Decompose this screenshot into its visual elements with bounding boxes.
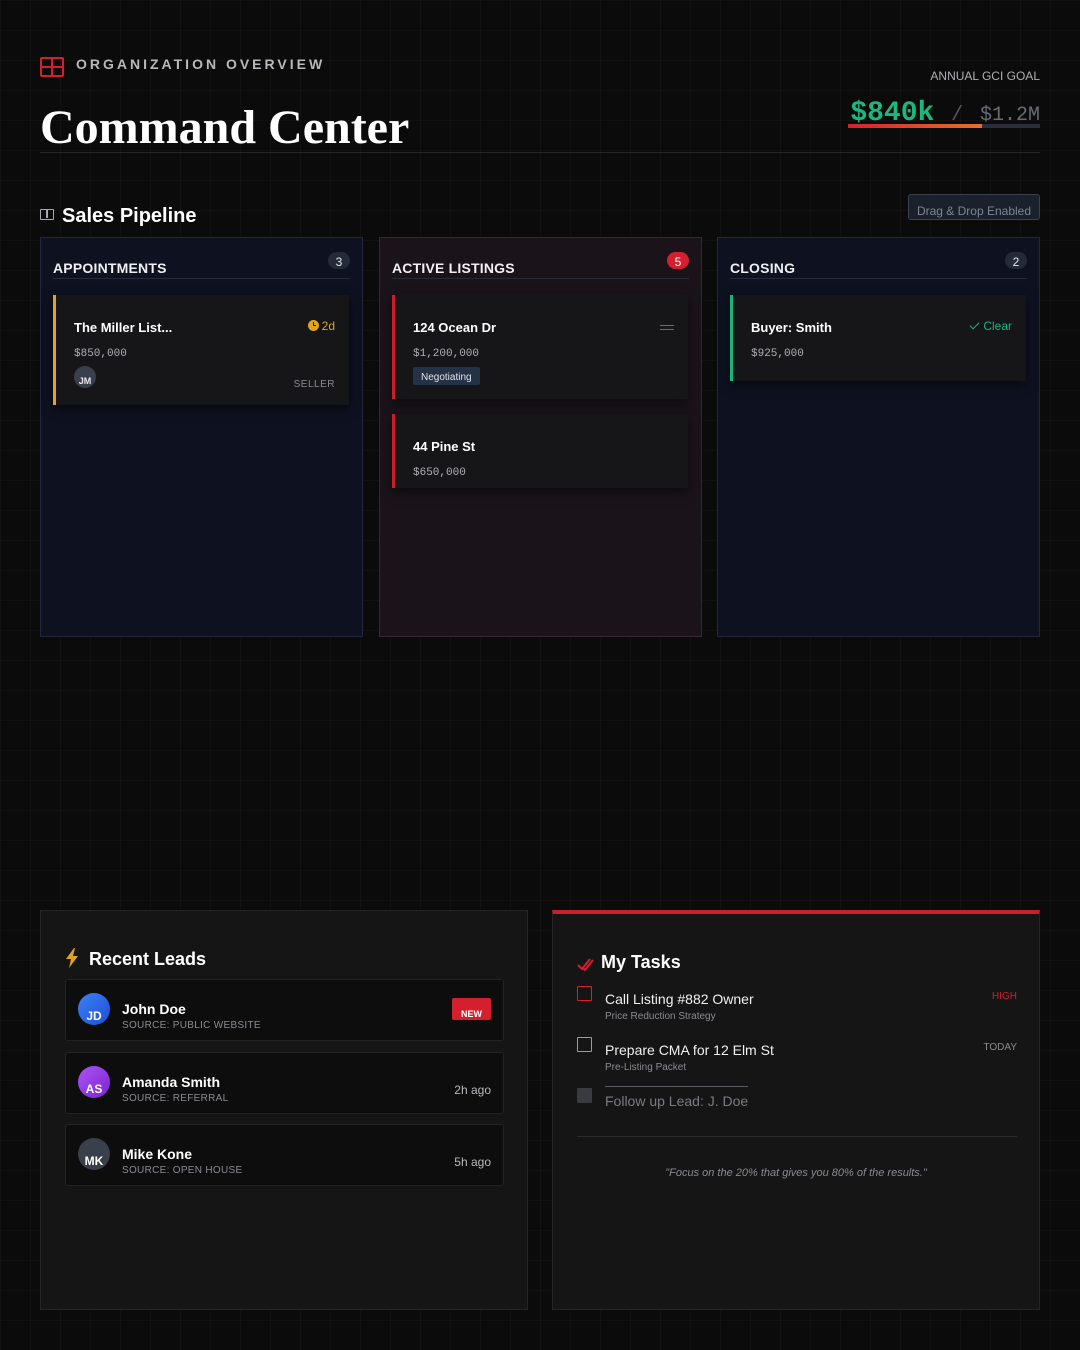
lead-name: John Doe (122, 1001, 186, 1017)
pipeline-card[interactable]: The Miller List... 2d $850,000 JM SELLER (53, 295, 349, 405)
drag-handle-icon[interactable] (660, 325, 674, 330)
lead-item[interactable]: MK Mike Kone SOURCE: OPEN HOUSE 5h ago (65, 1124, 504, 1186)
double-check-icon (577, 958, 594, 972)
goal-progress-bar (848, 124, 1040, 128)
lightning-icon (66, 948, 78, 968)
card-age: 2d (307, 319, 335, 333)
card-title: Buyer: Smith (751, 320, 832, 335)
column-closing: CLOSING 2 Buyer: Smith Clear $925,000 (717, 237, 1040, 637)
column-header: ACTIVE LISTINGS 5 (392, 238, 689, 279)
card-price: $650,000 (413, 467, 466, 479)
column-count-badge: 2 (1005, 252, 1027, 269)
lead-name: Amanda Smith (122, 1074, 221, 1090)
panel-title: My Tasks (601, 952, 681, 972)
lead-source: SOURCE: OPEN HOUSE (122, 1165, 243, 1176)
pipeline-card[interactable]: 44 Pine St $650,000 (392, 414, 688, 488)
lead-time: 2h ago (454, 1083, 491, 1097)
column-count-badge: 3 (328, 252, 350, 269)
check-icon (969, 319, 980, 330)
new-badge: NEW (452, 998, 491, 1020)
card-title: 44 Pine St (413, 439, 476, 454)
lead-name: Mike Kone (122, 1146, 193, 1162)
header-divider (40, 152, 1040, 153)
lead-source: SOURCE: REFERRAL (122, 1093, 229, 1104)
recent-leads-panel: Recent Leads JD John Doe SOURCE: PUBLIC … (40, 910, 528, 1310)
pipeline-card[interactable]: Buyer: Smith Clear $925,000 (730, 295, 1026, 381)
motivational-quote: "Focus on the 20% that gives you 80% of … (665, 1167, 927, 1179)
page-title: Command Center (40, 101, 410, 154)
avatar: JD (78, 993, 110, 1025)
task-strike-line (605, 1086, 748, 1087)
task-priority: HIGH (992, 991, 1017, 1002)
status-tag: Negotiating (413, 367, 480, 385)
lead-item[interactable]: JD John Doe SOURCE: PUBLIC WEBSITE NEW (65, 979, 504, 1041)
task-name: Call Listing #882 Owner (605, 991, 754, 1007)
column-header: APPOINTMENTS 3 (53, 238, 350, 279)
column-appointments: APPOINTMENTS 3 The Miller List... 2d $85… (40, 237, 363, 637)
columns-icon (40, 209, 54, 220)
task-subtitle: Price Reduction Strategy (605, 1011, 716, 1022)
avatar: JM (74, 366, 96, 388)
card-title: 124 Ocean Dr (413, 320, 497, 335)
goal-progress-fill (848, 124, 983, 128)
card-age-text: 2d (321, 319, 335, 333)
task-checkbox[interactable] (577, 1088, 592, 1103)
column-title: CLOSING (730, 260, 796, 276)
column-active-listings: ACTIVE LISTINGS 5 124 Ocean Dr $1,200,00… (379, 237, 702, 637)
avatar: AS (78, 1066, 110, 1098)
card-role: SELLER (293, 379, 335, 390)
card-status: Clear (969, 319, 1012, 333)
card-price: $850,000 (74, 348, 127, 360)
panel-title: Recent Leads (89, 949, 207, 969)
goal-label: ANNUAL GCI GOAL (930, 69, 1040, 83)
avatar: MK (78, 1138, 110, 1170)
overview-label: ORGANIZATION OVERVIEW (76, 56, 326, 72)
column-count-badge: 5 (667, 252, 689, 269)
clock-icon (307, 320, 319, 331)
lead-time: 5h ago (454, 1155, 491, 1169)
my-tasks-panel: My Tasks Call Listing #882 Owner Price R… (552, 910, 1040, 1310)
card-price: $925,000 (751, 348, 804, 360)
section-title: Sales Pipeline (62, 205, 197, 227)
pipeline-card[interactable]: 124 Ocean Dr $1,200,000 Negotiating (392, 295, 688, 399)
divider (577, 1136, 1017, 1137)
column-title: ACTIVE LISTINGS (392, 260, 515, 276)
lead-item[interactable]: AS Amanda Smith SOURCE: REFERRAL 2h ago (65, 1052, 504, 1114)
card-status-text: Clear (983, 319, 1012, 333)
card-price: $1,200,000 (413, 348, 480, 360)
task-checkbox[interactable] (577, 1037, 592, 1052)
grid-icon (40, 57, 64, 77)
task-priority: TODAY (983, 1042, 1017, 1053)
column-header: CLOSING 2 (730, 238, 1027, 279)
card-title: The Miller List... (74, 320, 173, 335)
column-title: APPOINTMENTS (53, 260, 167, 276)
task-checkbox[interactable] (577, 986, 592, 1001)
task-name: Follow up Lead: J. Doe (605, 1093, 749, 1109)
drag-drop-toggle[interactable]: Drag & Drop Enabled (908, 194, 1040, 220)
task-subtitle: Pre-Listing Packet (605, 1062, 687, 1073)
task-name: Prepare CMA for 12 Elm St (605, 1042, 774, 1058)
lead-source: SOURCE: PUBLIC WEBSITE (122, 1020, 261, 1031)
